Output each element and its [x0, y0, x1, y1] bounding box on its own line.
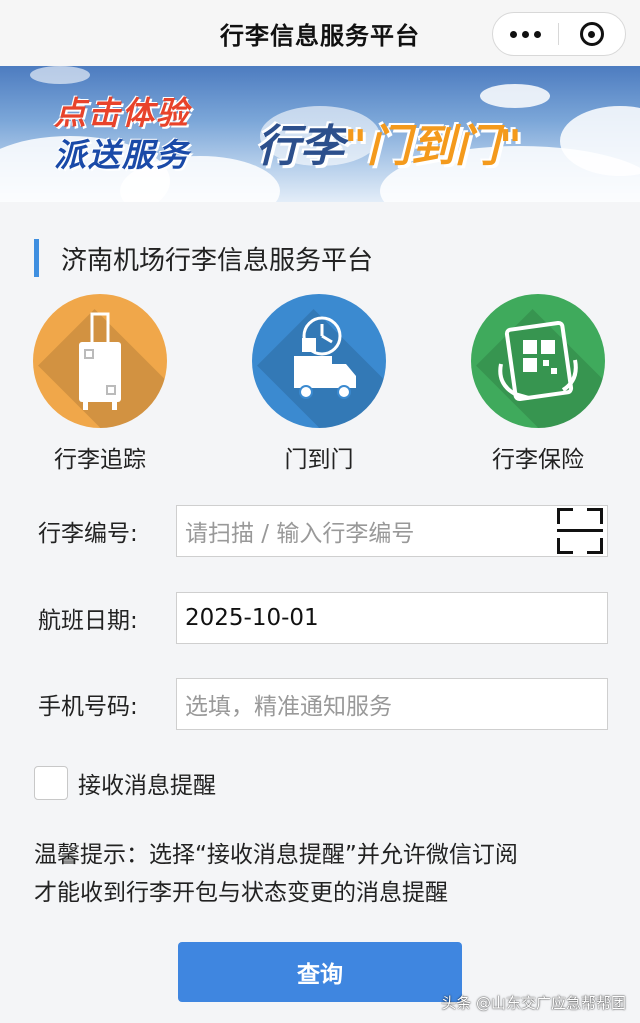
- tip-line1: 温馨提示：选择“接收消息提醒”并允许微信订阅: [34, 842, 518, 868]
- baggage-number-row: 行李编号: 请扫描 / 输入行李编号: [38, 504, 608, 558]
- flight-date-label: 航班日期:: [38, 608, 138, 634]
- baggage-number-input[interactable]: 请扫描 / 输入行李编号: [176, 505, 608, 557]
- phone-input[interactable]: 选填，精准通知服务: [176, 678, 608, 730]
- flight-date-row: 航班日期: 2025-10-01: [38, 591, 608, 645]
- phone-placeholder: 选填，精准通知服务: [185, 694, 392, 720]
- service-label: 行李保险: [492, 447, 584, 473]
- banner-promo-line2: 派送服务: [54, 136, 191, 174]
- section-accent-bar: [34, 239, 39, 277]
- section-title: 济南机场行李信息服务平台: [61, 245, 374, 276]
- baggage-number-placeholder: 请扫描 / 输入行李编号: [185, 521, 415, 547]
- baggage-number-label: 行李编号:: [38, 521, 138, 547]
- banner-slogan-prefix: 行李: [256, 121, 344, 172]
- service-label: 门到门: [284, 447, 354, 473]
- service-door-to-door[interactable]: 门到门: [249, 294, 389, 474]
- service-baggage-tracking[interactable]: 行李追踪: [30, 294, 170, 474]
- top-nav-bar: 行李信息服务平台: [0, 0, 640, 66]
- flight-date-picker[interactable]: 2025-10-01: [176, 592, 608, 644]
- source-watermark: 头条 @山东交广应急帮帮团: [441, 994, 626, 1012]
- notify-row: 接收消息提醒: [34, 766, 216, 800]
- notify-label[interactable]: 接收消息提醒: [78, 766, 216, 800]
- section-header: 济南机场行李信息服务平台: [34, 238, 373, 278]
- delivery-truck-icon: [252, 294, 386, 428]
- phone-row: 手机号码: 选填，精准通知服务: [38, 677, 608, 731]
- service-baggage-insurance[interactable]: 行李保险: [468, 294, 608, 474]
- service-label: 行李追踪: [54, 447, 146, 473]
- tip-line2: 才能收到行李开包与状态变更的消息提醒: [34, 880, 448, 906]
- promo-banner[interactable]: 点击体验 派送服务 行李"门到门": [0, 66, 640, 202]
- scan-icon[interactable]: [557, 508, 603, 554]
- miniprogram-capsule: [492, 12, 626, 56]
- qr-phone-icon: [471, 294, 605, 428]
- banner-promo-text: 点击体验 派送服务: [54, 92, 190, 176]
- query-button[interactable]: 查询: [178, 942, 462, 1002]
- tip-text: 温馨提示：选择“接收消息提醒”并允许微信订阅 才能收到行李开包与状态变更的消息提…: [34, 836, 614, 912]
- flight-date-value: 2025-10-01: [185, 605, 319, 631]
- phone-label: 手机号码:: [38, 694, 138, 720]
- banner-slogan-highlight: "门到门": [344, 121, 522, 172]
- main-content: 济南机场行李信息服务平台 行李追踪 门到门 行李保险 行李编号: 请扫描 / 输…: [0, 202, 640, 1023]
- suitcase-icon: [33, 294, 167, 428]
- banner-promo-line1: 点击体验: [54, 94, 191, 132]
- service-icons-row: 行李追踪 门到门 行李保险: [0, 294, 640, 474]
- more-options-icon[interactable]: [493, 13, 558, 55]
- notify-checkbox[interactable]: [34, 766, 68, 800]
- banner-slogan: 行李"门到门": [256, 110, 522, 174]
- page-title: 行李信息服务平台: [220, 21, 420, 50]
- close-miniprogram-icon[interactable]: [559, 13, 624, 55]
